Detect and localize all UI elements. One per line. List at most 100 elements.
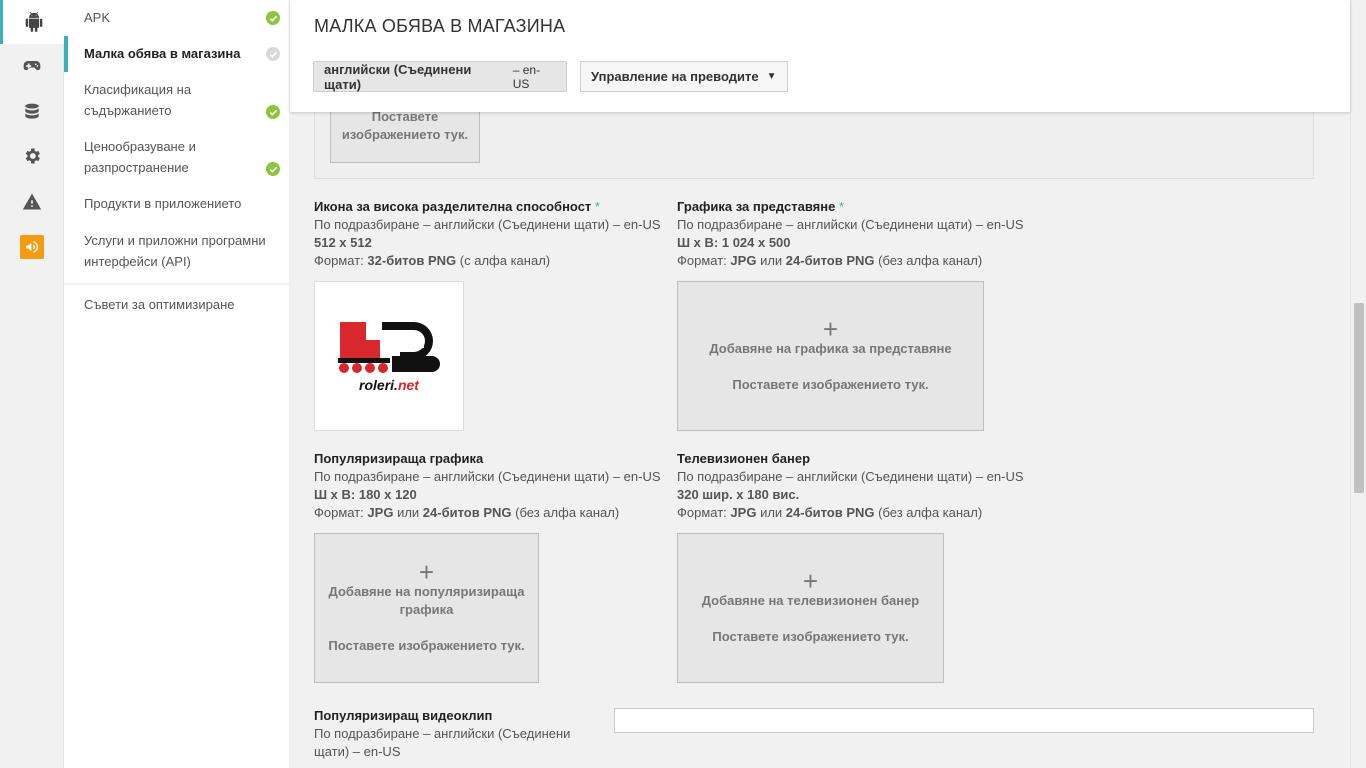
format-suffix: (без алфа канал) — [878, 505, 983, 520]
rail-settings[interactable] — [0, 134, 64, 178]
drop-hint: Поставете изображението тук. — [732, 377, 929, 392]
manage-translations-label: Управление на преводите — [591, 69, 759, 84]
check-icon — [266, 162, 280, 176]
asset-title: Популяризираща графика — [314, 451, 484, 466]
rail-database[interactable] — [0, 90, 64, 134]
promo-video-url-input[interactable] — [614, 708, 1314, 733]
nav-item-label: Услуги и приложни програмни интерфейси (… — [84, 233, 266, 269]
format-suffix: (с алфа канал) — [459, 253, 551, 268]
asset-format: Формат: JPG или 24-битов PNG (без алфа к… — [314, 504, 674, 522]
side-navigation: APK Малка обява в магазина Класификация … — [64, 0, 289, 768]
rail-alerts[interactable] — [0, 180, 64, 224]
format-or: или — [397, 505, 420, 520]
roleri-logo: roleri.net — [338, 322, 440, 393]
tv-banner-section: Телевизионен банер По подразбиране – анг… — [677, 450, 1057, 522]
asset-title: Графика за представяне — [677, 199, 836, 214]
format-suffix: (без алфа канал) — [515, 505, 620, 520]
nav-item-in-app-products[interactable]: Продукти в приложението — [64, 186, 289, 222]
page-title: МАЛКА ОБЯВА В МАГАЗИНА — [314, 16, 566, 36]
megaphone-icon — [26, 241, 39, 253]
format-prefix: Формат: — [314, 253, 364, 268]
format-prefix: Формат: — [677, 253, 727, 268]
asset-title: Телевизионен банер — [677, 451, 811, 466]
promo-graphic-drop-zone[interactable]: + Добавяне на популяризираща графика Пос… — [314, 533, 539, 683]
hires-icon-section: Икона за висока разделителна способност … — [314, 198, 674, 270]
rail-android[interactable] — [0, 0, 64, 44]
format-type: JPG — [367, 505, 394, 520]
nav-item-label: Ценообразуване и разпространение — [84, 139, 196, 175]
format-type: 24-битов PNG — [785, 505, 875, 520]
drop-hint: Поставете изображението тук. — [712, 629, 909, 644]
format-type: 24-битов PNG — [422, 505, 512, 520]
format-prefix: Формат: — [314, 505, 364, 520]
asset-size: 320 шир. x 180 вис. — [677, 487, 800, 502]
drop-hint: Поставете изображението тук. — [328, 638, 525, 653]
asset-format: Формат: JPG или 24-битов PNG (без алфа к… — [677, 504, 1057, 522]
add-tv-banner-label: Добавяне на телевизионен банер — [701, 593, 920, 608]
page-header: МАЛКА ОБЯВА В МАГАЗИНА английски (Съедин… — [290, 0, 1350, 112]
nav-item-label: Класификация на съдържанието — [84, 82, 192, 118]
asset-default-language: По подразбиране – английски (Съединени щ… — [677, 469, 1024, 484]
nav-item-label: Съвети за оптимизиране — [84, 297, 235, 312]
nav-item-apk[interactable]: APK — [64, 0, 289, 36]
hires-icon-preview[interactable]: roleri.net — [314, 281, 464, 431]
check-icon — [266, 11, 280, 25]
icon-rail — [0, 0, 64, 768]
asset-default-language: По подразбиране – английски (Съединени щ… — [314, 469, 661, 484]
nav-item-services-apis[interactable]: Услуги и приложни програмни интерфейси (… — [64, 222, 289, 272]
format-or: или — [760, 505, 783, 520]
plus-icon: + — [802, 566, 819, 596]
add-promo-graphic-label: Добавяне на популяризираща графика — [328, 584, 525, 617]
format-type: JPG — [730, 505, 757, 520]
rail-promotions[interactable] — [0, 225, 64, 269]
asset-format: Формат: JPG или 24-битов PNG (без алфа к… — [677, 252, 1057, 270]
main-content: МАЛКА ОБЯВА В МАГАЗИНА английски (Съедин… — [290, 0, 1350, 768]
language-code: – en-US — [512, 62, 541, 91]
nav-item-label: Малка обява в магазина — [84, 46, 241, 61]
required-marker: * — [838, 199, 844, 214]
page-scrollbar[interactable] — [1350, 0, 1366, 768]
format-suffix: (без алфа канал) — [878, 253, 983, 268]
tv-banner-drop-zone[interactable]: + Добавяне на телевизионен банер Поставе… — [677, 533, 944, 683]
nav-item-store-listing[interactable]: Малка обява в магазина — [64, 36, 289, 72]
language-label: английски (Съединени щати) — [324, 61, 472, 92]
nav-item-optimization-tips[interactable]: Съвети за оптимизиране — [64, 285, 289, 325]
asset-size: 512 x 512 — [314, 235, 372, 250]
asset-size: Ш x В: 180 x 120 — [314, 487, 417, 502]
promo-graphic-section: Популяризираща графика По подразбиране –… — [314, 450, 674, 522]
check-icon — [266, 47, 280, 61]
rail-games[interactable] — [0, 44, 64, 88]
format-type: JPG — [730, 253, 757, 268]
manage-translations-button[interactable]: Управление на преводите ▼ — [580, 61, 788, 92]
nav-filler — [64, 325, 289, 768]
gamepad-icon — [23, 61, 41, 71]
asset-format: Формат: 32-битов PNG (с алфа канал) — [314, 252, 674, 270]
plus-icon: + — [822, 314, 839, 344]
asset-default-language: По подразбиране – английски (Съединени щ… — [314, 217, 661, 232]
logo-text: roleri.net — [359, 377, 420, 393]
nav-item-pricing[interactable]: Ценообразуване и разпространение — [64, 129, 289, 186]
drop-hint: Поставете изображението тук. — [341, 109, 469, 142]
asset-size: Ш x В: 1 024 x 500 — [677, 235, 791, 250]
format-type: 24-битов PNG — [785, 253, 875, 268]
scrollbar-thumb[interactable] — [1354, 303, 1364, 493]
feature-graphic-section: Графика за представяне * По подразбиране… — [677, 198, 1057, 270]
language-button[interactable]: английски (Съединени щати) – en-US — [313, 61, 567, 92]
database-icon — [25, 103, 39, 119]
asset-title: Популяризиращ видеоклип — [314, 708, 493, 723]
feature-graphic-drop-zone[interactable]: + Добавяне на графика за представяне Пос… — [677, 281, 984, 431]
nav-item-content-rating[interactable]: Класификация на съдържанието — [64, 72, 289, 129]
add-feature-graphic-label: Добавяне на графика за представяне — [709, 341, 952, 356]
required-marker: * — [594, 199, 600, 214]
android-icon — [25, 12, 42, 32]
asset-default-language: По подразбиране – английски (Съединени щ… — [677, 217, 1024, 232]
check-icon — [266, 105, 280, 119]
format-or: или — [760, 253, 783, 268]
chevron-down-icon: ▼ — [766, 71, 777, 82]
nav-group: Съвети за оптимизиране — [64, 285, 289, 325]
asset-title: Икона за висока разделителна способност — [314, 199, 592, 214]
promo-video-section: Популяризиращ видеоклип По подразбиране … — [314, 707, 584, 761]
format-prefix: Формат: — [677, 505, 727, 520]
nav-item-label: APK — [84, 10, 111, 25]
gear-icon — [25, 148, 40, 164]
